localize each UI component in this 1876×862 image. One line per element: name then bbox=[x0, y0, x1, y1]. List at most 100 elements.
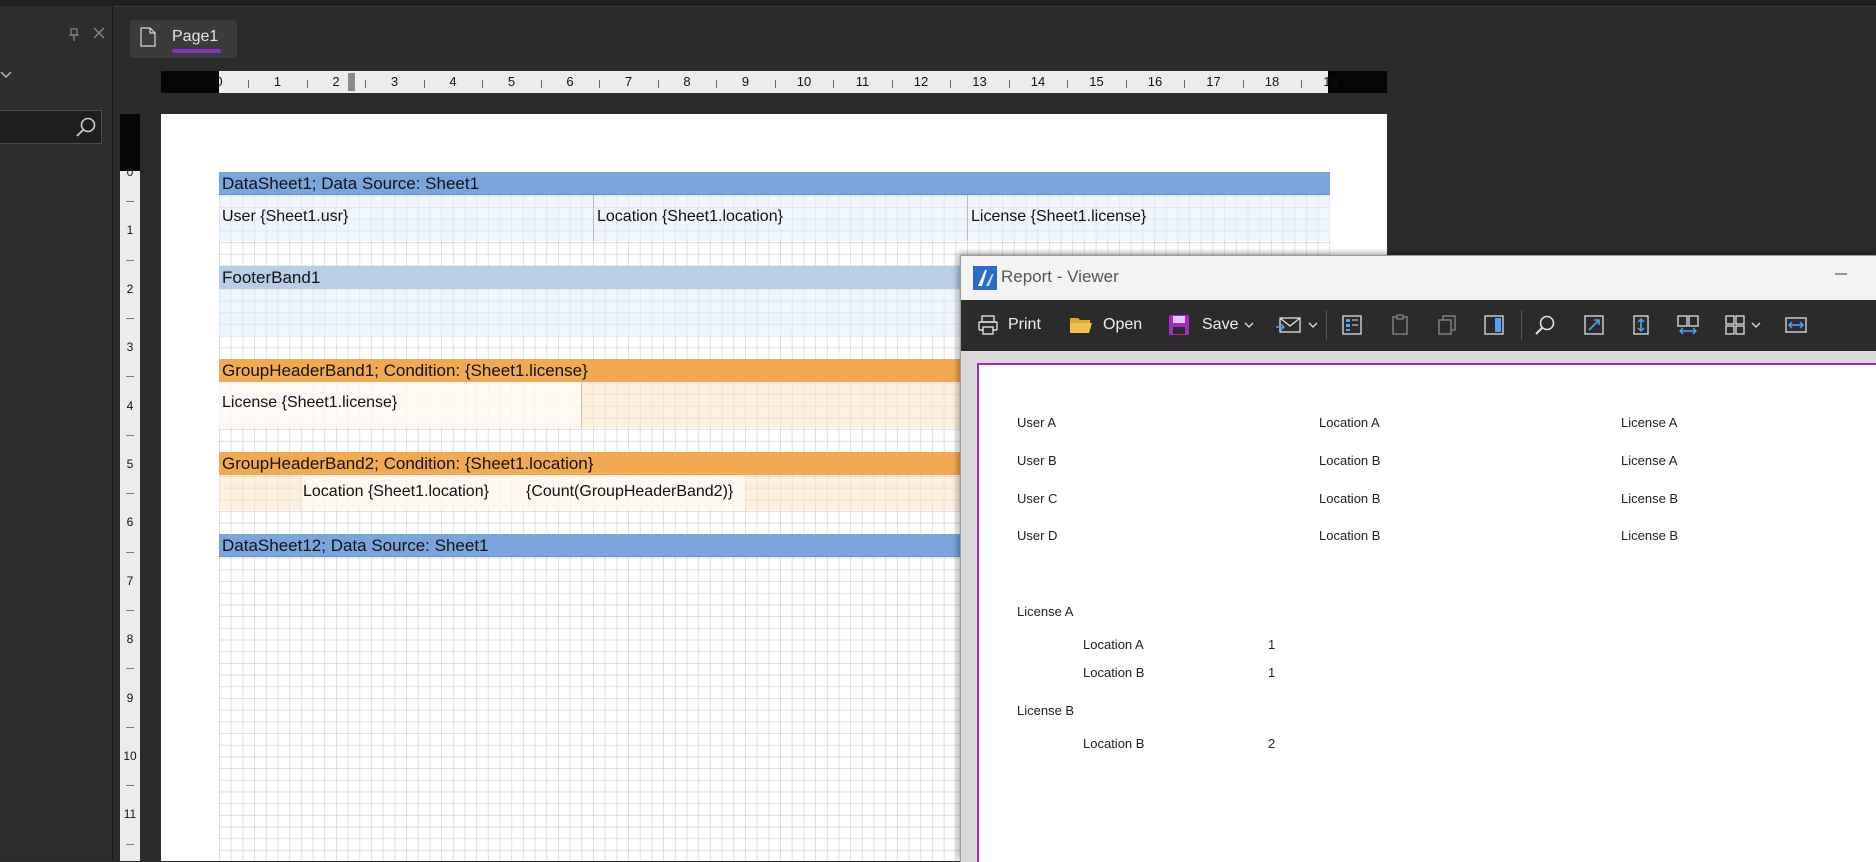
page-height-icon bbox=[1630, 314, 1652, 336]
save-button[interactable]: Save bbox=[1168, 310, 1254, 340]
page-width-button[interactable] bbox=[1784, 310, 1808, 340]
ruler-tick bbox=[126, 843, 134, 845]
two-pages-button[interactable] bbox=[1676, 310, 1700, 340]
ruler-number: 3 bbox=[390, 74, 399, 89]
ruler-number: 4 bbox=[126, 398, 134, 413]
ruler-number: 9 bbox=[741, 74, 750, 89]
send-email-button[interactable] bbox=[1276, 310, 1318, 340]
ruler-number: 0 bbox=[215, 74, 223, 89]
chevron-down-icon[interactable] bbox=[1244, 321, 1254, 329]
search-input[interactable] bbox=[0, 111, 70, 143]
page-width-icon bbox=[1784, 314, 1808, 336]
ruler-tick bbox=[126, 726, 134, 728]
field-group-location[interactable]: Location {Sheet1.location} bbox=[303, 483, 489, 501]
tab-page1[interactable]: Page1 bbox=[130, 20, 237, 58]
print-label: Print bbox=[1008, 316, 1041, 333]
save-label: Save bbox=[1202, 316, 1239, 333]
ruler-tick bbox=[891, 80, 893, 88]
group-location: Location B bbox=[1083, 736, 1145, 751]
bookmarks-button[interactable] bbox=[1341, 310, 1363, 340]
databand1-header[interactable]: DataSheet1; Data Source: Sheet1 bbox=[219, 172, 1330, 195]
row-location: Location B bbox=[1319, 528, 1381, 543]
ruler-tick bbox=[248, 80, 250, 88]
print-button[interactable]: Print bbox=[977, 310, 1041, 340]
toggle-panel-button[interactable] bbox=[1483, 310, 1505, 340]
field-divider bbox=[593, 195, 594, 241]
field-license[interactable]: License {Sheet1.license} bbox=[971, 208, 1146, 226]
ruler-marker[interactable] bbox=[348, 73, 355, 91]
chevron-down-icon[interactable] bbox=[1751, 321, 1761, 329]
report-viewer-window: Report - Viewer Print Open Save User A L… bbox=[960, 255, 1876, 862]
ruler-tick bbox=[126, 201, 134, 203]
page-icon bbox=[140, 27, 156, 47]
vruler-margin-top bbox=[120, 114, 140, 171]
chevron-down-icon[interactable] bbox=[0, 68, 12, 82]
ruler-tick bbox=[365, 80, 367, 88]
ruler-tick bbox=[1067, 80, 1069, 88]
ruler-tick bbox=[126, 434, 134, 436]
ruler-number: 8 bbox=[126, 632, 134, 647]
ruler-number: 17 bbox=[1206, 74, 1221, 89]
ruler-number: 8 bbox=[683, 74, 691, 89]
field-group-license[interactable]: License {Sheet1.license} bbox=[222, 394, 397, 412]
row-location: Location A bbox=[1319, 415, 1380, 430]
thumbnails-button[interactable] bbox=[1436, 310, 1458, 340]
ruler-tick bbox=[126, 493, 134, 495]
ruler-number: 0 bbox=[126, 165, 134, 179]
minimize-icon[interactable] bbox=[1833, 266, 1853, 286]
field-user[interactable]: User {Sheet1.usr} bbox=[222, 208, 348, 226]
row-user: User C bbox=[1017, 491, 1058, 506]
ruler-tick bbox=[599, 80, 601, 88]
tab-label: Page1 bbox=[172, 28, 219, 45]
ruler-margin-left bbox=[161, 71, 219, 93]
ruler-number: 10 bbox=[123, 749, 137, 763]
ruler-number: 12 bbox=[913, 74, 929, 89]
ruler-number: 11 bbox=[855, 74, 870, 89]
open-button[interactable]: Open bbox=[1069, 310, 1142, 340]
parameters-button[interactable] bbox=[1389, 310, 1411, 340]
ruler-tick bbox=[482, 80, 484, 88]
open-label: Open bbox=[1103, 316, 1143, 333]
pin-icon[interactable] bbox=[68, 28, 80, 42]
viewer-title: Report - Viewer bbox=[1001, 267, 1119, 286]
pages-icon bbox=[1436, 314, 1458, 336]
ruler-number: 2 bbox=[126, 281, 134, 296]
row-license: License B bbox=[1621, 491, 1679, 506]
field-group-count[interactable]: {Count(GroupHeaderBand2)} bbox=[526, 483, 733, 501]
search-icon[interactable] bbox=[75, 116, 97, 138]
ruler-number: 10 bbox=[796, 74, 812, 89]
viewer-content[interactable]: User A Location A License A User B Locat… bbox=[961, 351, 1876, 862]
ruler-tick bbox=[126, 610, 134, 611]
ruler-tick bbox=[1008, 80, 1010, 88]
row-license: License A bbox=[1621, 415, 1678, 430]
ruler-tick bbox=[306, 80, 308, 88]
ruler-tick bbox=[716, 80, 718, 88]
row-user: User D bbox=[1017, 528, 1058, 543]
full-screen-button[interactable] bbox=[1583, 310, 1605, 340]
printer-icon bbox=[977, 314, 999, 336]
ruler-tick bbox=[1184, 80, 1186, 88]
expand-icon bbox=[1583, 314, 1605, 336]
ruler-tick bbox=[126, 551, 134, 553]
ruler-tick bbox=[774, 80, 776, 88]
group-count: 1 bbox=[1268, 637, 1276, 652]
ruler-number: 2 bbox=[332, 74, 340, 89]
email-icon bbox=[1276, 315, 1302, 335]
clipboard-icon bbox=[1389, 314, 1411, 336]
ruler-number: 5 bbox=[126, 457, 134, 471]
ruler-tick bbox=[126, 318, 134, 319]
chevron-down-icon[interactable] bbox=[1308, 321, 1318, 329]
two-pages-icon bbox=[1676, 314, 1700, 336]
page-height-button[interactable] bbox=[1630, 310, 1652, 340]
row-license: License A bbox=[1621, 453, 1678, 468]
ruler-number: 15 bbox=[1089, 74, 1104, 89]
find-button[interactable] bbox=[1534, 310, 1556, 340]
row-location: Location B bbox=[1319, 453, 1381, 468]
field-location[interactable]: Location {Sheet1.location} bbox=[597, 208, 783, 226]
left-panel bbox=[0, 6, 113, 861]
close-icon[interactable] bbox=[92, 26, 106, 42]
ruler-number: 14 bbox=[1030, 74, 1046, 89]
app-logo-icon bbox=[973, 266, 997, 290]
viewer-titlebar[interactable]: Report - Viewer bbox=[961, 256, 1876, 300]
multiple-pages-button[interactable] bbox=[1724, 310, 1761, 340]
